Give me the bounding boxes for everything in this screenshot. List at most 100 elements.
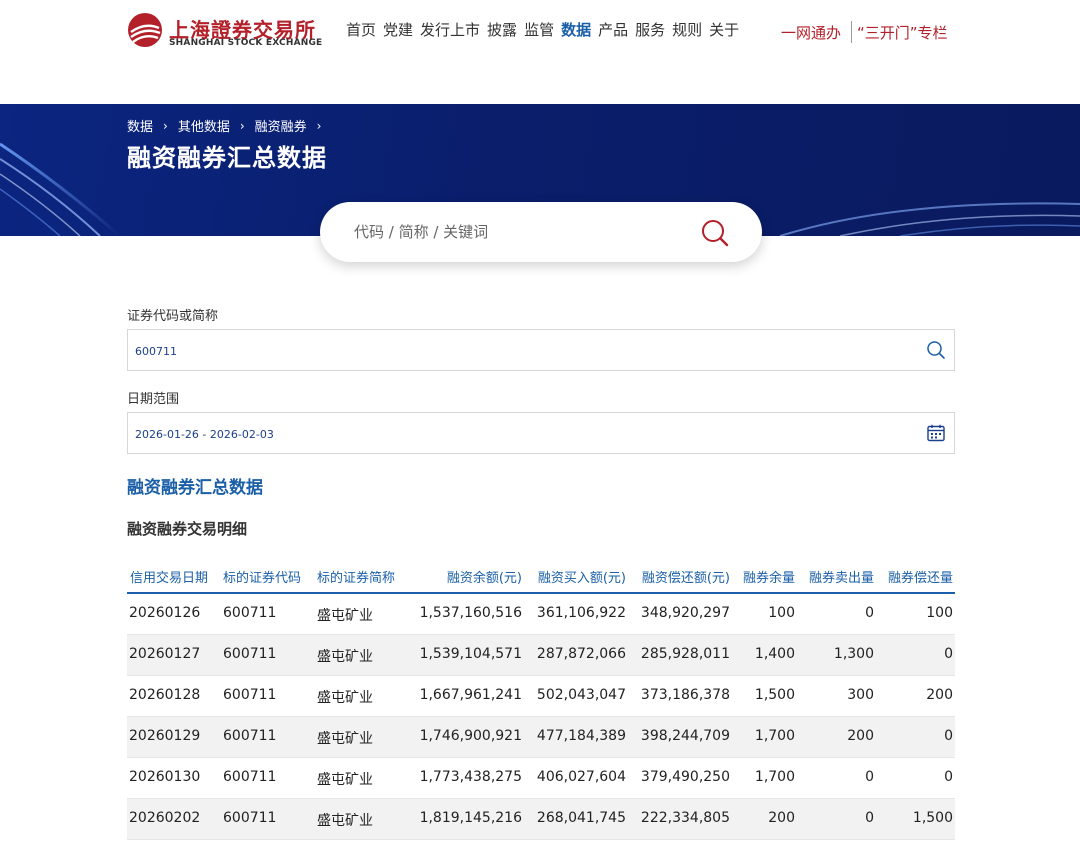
cell-trade-date: 20260126 [129,605,201,621]
section-title: 融资融券汇总数据 [127,478,263,498]
cell-short-balance: 1,500 [754,687,795,703]
cell-short-repay: 0 [944,646,953,662]
cell-short-balance: 1,700 [754,728,795,744]
nav-services[interactable]: 服务 [635,19,665,40]
cell-security-code: 600711 [223,687,277,703]
cell-short-sell: 300 [847,687,874,703]
search-icon[interactable] [700,218,730,248]
nav-rules[interactable]: 规则 [672,19,702,40]
cell-financing-repay: 373,186,378 [640,687,730,703]
chevron-right-icon: › [316,118,322,133]
cell-security-code: 600711 [223,769,277,785]
col-financing-repay: 融资偿还额(元) [641,571,730,586]
cell-financing-buy: 477,184,389 [536,728,626,744]
cell-short-balance: 100 [768,605,795,621]
detail-subtitle: 融资融券交易明细 [127,520,248,538]
col-short-repay: 融券偿还量 [887,571,953,586]
cell-financing-repay: 285,928,011 [640,646,730,662]
cell-short-repay: 0 [944,769,953,785]
breadcrumb-margin-trading[interactable]: 融资融券 [255,116,307,135]
breadcrumb: 数据 › 其他数据 › 融资融券 › [127,116,331,136]
page-title: 融资融券汇总数据 [127,144,327,172]
table-row: 20260128 600711 盛屯矿业 1,667,961,241 502,0… [127,676,955,717]
cell-security-code: 600711 [223,810,277,826]
cell-short-repay: 200 [926,687,953,703]
date-range-input[interactable] [135,423,895,445]
search-icon[interactable] [926,340,946,360]
cell-financing-balance: 1,539,104,571 [419,646,522,662]
nav-party[interactable]: 党建 [383,19,413,40]
nav-supervision[interactable]: 监管 [524,19,554,40]
table-row: 20260130 600711 盛屯矿业 1,773,438,275 406,0… [127,758,955,799]
date-range-field [127,412,955,454]
cell-short-balance: 200 [768,810,795,826]
cell-security-name: 盛屯矿业 [317,649,373,665]
cell-trade-date: 20260202 [129,810,201,826]
col-financing-balance: 融资余额(元) [446,571,522,586]
security-code-field [127,329,955,371]
cell-security-name: 盛屯矿业 [317,772,373,788]
cell-financing-buy: 406,027,604 [536,769,626,785]
col-security-code: 标的证券代码 [223,571,302,586]
col-short-sell: 融券卖出量 [808,571,874,586]
cell-trade-date: 20260130 [129,769,201,785]
cell-security-name: 盛屯矿业 [317,731,373,747]
security-code-label: 证券代码或简称 [127,309,219,324]
site-search-box [320,202,762,262]
table-header-row: 信用交易日期 标的证券代码 标的证券简称 融资余额(元) 融资买入额(元) 融资… [127,558,955,594]
cell-short-sell: 0 [865,605,874,621]
site-header: 上海證券交易所 SHANGHAI STOCK EXCHANGE 首页 党建 发行… [0,0,1080,104]
cell-short-repay: 1,500 [912,810,953,826]
cell-financing-balance: 1,746,900,921 [419,728,522,744]
cell-short-sell: 0 [865,769,874,785]
cell-short-balance: 1,700 [754,769,795,785]
site-search-input[interactable] [354,218,674,246]
cell-financing-buy: 287,872,066 [536,646,626,662]
security-code-input[interactable] [135,340,895,362]
cell-security-code: 600711 [223,605,277,621]
breadcrumb-data[interactable]: 数据 [127,116,153,135]
cell-trade-date: 20260128 [129,687,201,703]
nav-about[interactable]: 关于 [709,19,739,40]
col-financing-buy: 融资买入额(元) [537,571,626,586]
table-row: 20260202 600711 盛屯矿业 1,819,145,216 268,0… [127,799,955,840]
logo-text-en: SHANGHAI STOCK EXCHANGE [169,38,323,48]
cell-short-balance: 1,400 [754,646,795,662]
nav-listing[interactable]: 发行上市 [420,19,480,40]
cell-trade-date: 20260127 [129,646,201,662]
cell-financing-buy: 502,043,047 [536,687,626,703]
date-range-label: 日期范围 [127,392,180,407]
one-stop-service-link[interactable]: 一网通办 [781,22,841,43]
cell-financing-buy: 268,041,745 [536,810,626,826]
three-open-doors-link[interactable]: “三开门”专栏 [857,22,948,43]
nav-products[interactable]: 产品 [598,19,628,40]
cell-financing-repay: 379,490,250 [640,769,730,785]
col-trade-date: 信用交易日期 [130,571,209,586]
nav-home[interactable]: 首页 [346,19,376,40]
sse-logo[interactable]: 上海證券交易所 SHANGHAI STOCK EXCHANGE [127,12,322,52]
cell-security-code: 600711 [223,646,277,662]
main-nav: 首页 党建 发行上市 披露 监管 数据 产品 服务 规则 关于 [346,19,746,40]
top-link-divider [851,21,853,43]
cell-financing-buy: 361,106,922 [536,605,626,621]
cell-financing-balance: 1,773,438,275 [419,769,522,785]
cell-financing-balance: 1,819,145,216 [419,810,522,826]
table-row: 20260129 600711 盛屯矿业 1,746,900,921 477,1… [127,717,955,758]
cell-financing-balance: 1,667,961,241 [419,687,522,703]
nav-data[interactable]: 数据 [561,19,591,40]
calendar-icon[interactable] [926,423,946,443]
top-links: 一网通办 “三开门”专栏 [781,21,948,43]
table-row: 20260126 600711 盛屯矿业 1,537,160,516 361,1… [127,594,955,635]
cell-security-name: 盛屯矿业 [317,608,373,624]
nav-disclosure[interactable]: 披露 [487,19,517,40]
cell-financing-balance: 1,537,160,516 [419,605,522,621]
breadcrumb-other-data[interactable]: 其他数据 [178,116,230,135]
cell-short-repay: 0 [944,728,953,744]
col-security-name: 标的证券简称 [317,571,396,586]
cell-short-sell: 0 [865,810,874,826]
cell-financing-repay: 398,244,709 [640,728,730,744]
sse-logo-icon [128,13,162,47]
cell-short-sell: 200 [847,728,874,744]
cell-short-sell: 1,300 [833,646,874,662]
cell-financing-repay: 222,334,805 [640,810,730,826]
